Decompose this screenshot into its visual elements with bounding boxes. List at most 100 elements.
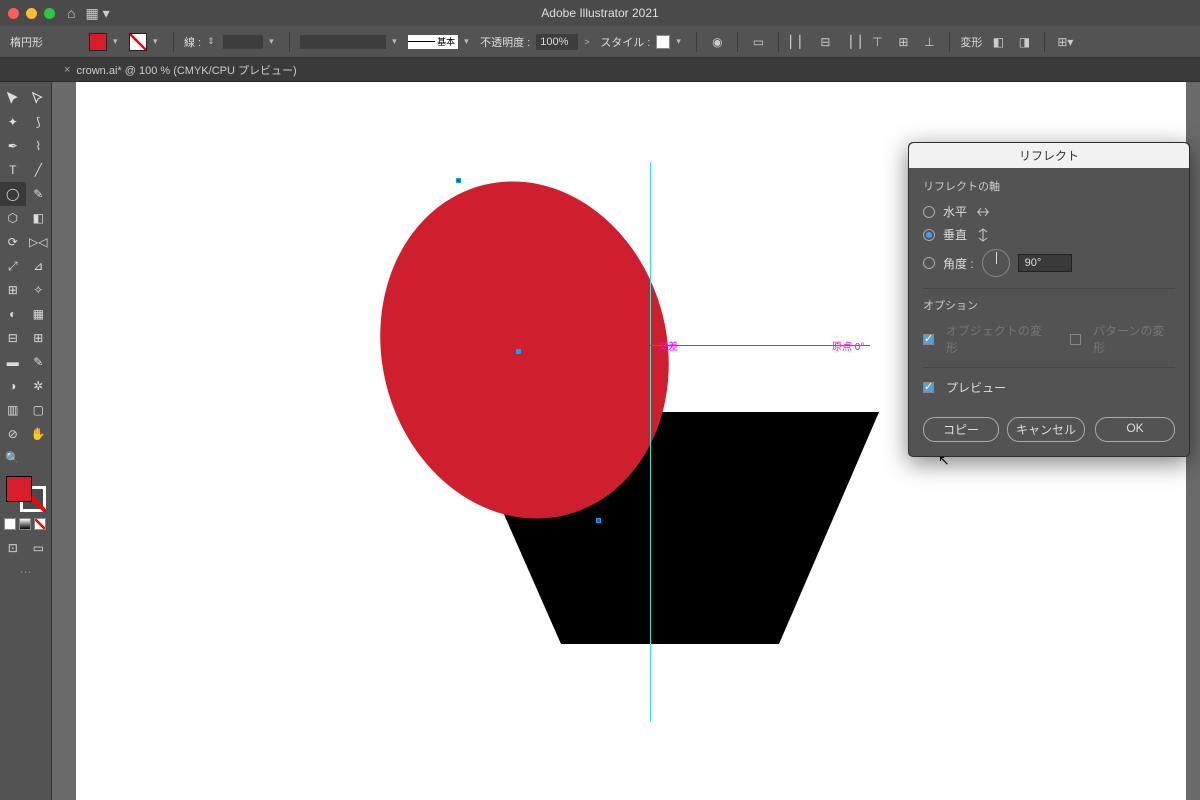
line-tool-icon[interactable]: ╱: [26, 158, 52, 182]
more-options-icon[interactable]: ⊞▾: [1055, 32, 1075, 52]
gradient-mode-icon[interactable]: [19, 518, 31, 530]
ellipse-tool-icon[interactable]: ◯: [0, 182, 26, 206]
none-mode-icon[interactable]: [34, 518, 46, 530]
isolate-icon[interactable]: ◨: [1014, 32, 1034, 52]
lasso-tool-icon[interactable]: ⟆: [26, 110, 52, 134]
shape-builder-tool-icon[interactable]: ◐: [0, 302, 26, 326]
horizontal-radio[interactable]: [923, 206, 935, 218]
transform-patterns-checkbox: [1070, 334, 1081, 345]
eraser-tool-icon[interactable]: ◧: [26, 206, 52, 230]
origin-label: 原点 0°: [832, 338, 864, 353]
close-window-icon[interactable]: [8, 8, 19, 19]
align-hcenter-icon[interactable]: ⊟: [815, 32, 835, 52]
horizontal-label: 水平: [943, 203, 967, 220]
recolor-icon[interactable]: ◉: [707, 32, 727, 52]
rotate-tool-icon[interactable]: ⟳: [0, 230, 26, 254]
stroke-weight-field[interactable]: [223, 35, 263, 49]
tools-panel: ✦⟆ ✒⌇ T╱ ◯✎ ⬡◧ ⟳▷◁ ⤢⊿ ⊞✧ ◐▦ ⊟⊞ ▬✎ ◑✲ ▥▢ …: [0, 82, 52, 800]
anchor-point[interactable]: [596, 518, 601, 523]
graphic-style-swatch[interactable]: [656, 35, 670, 49]
angle-dial[interactable]: [982, 249, 1010, 277]
screen-mode-icon[interactable]: ⊡: [0, 536, 26, 560]
vertical-axis-icon: [975, 228, 991, 242]
copy-button[interactable]: コピー: [923, 417, 999, 442]
blend-tool-icon[interactable]: ◑: [0, 374, 26, 398]
zoom-tool-icon[interactable]: 🔍: [0, 446, 26, 470]
eyedropper-tool-icon[interactable]: ✎: [26, 350, 52, 374]
cancel-button[interactable]: キャンセル: [1007, 417, 1085, 442]
magic-wand-tool-icon[interactable]: ✦: [0, 110, 26, 134]
document-tab-label[interactable]: crown.ai* @ 100 % (CMYK/CPU プレビュー): [76, 62, 296, 78]
selection-tool-icon[interactable]: [0, 86, 26, 110]
axis-section-label: リフレクトの軸: [923, 178, 1175, 194]
edit-toolbar-icon[interactable]: ⋯: [0, 560, 51, 584]
anchor-point[interactable]: [456, 178, 461, 183]
transform-patterns-label: パターンの変形: [1093, 322, 1175, 356]
vertical-guide: [650, 162, 651, 722]
center-point[interactable]: [516, 349, 521, 354]
fill-color-swatch[interactable]: [89, 33, 107, 51]
angle-field[interactable]: [1018, 254, 1072, 272]
stroke-dropdown-icon[interactable]: ▾: [153, 37, 163, 47]
intersect-label: 交差: [658, 338, 678, 353]
align-bottom-icon[interactable]: ⊥: [919, 32, 939, 52]
puppet-warp-tool-icon[interactable]: ✧: [26, 278, 52, 302]
transform-link[interactable]: 変形: [960, 34, 982, 50]
stroke-weight-stepper[interactable]: ⇕: [207, 37, 217, 47]
width-tool-icon[interactable]: ⊿: [26, 254, 52, 278]
slice-tool-icon[interactable]: ⊘: [0, 422, 26, 446]
curvature-tool-icon[interactable]: ⌇: [26, 134, 52, 158]
shape-props-icon[interactable]: ◧: [988, 32, 1008, 52]
gradient-tool-icon[interactable]: ▬: [0, 350, 26, 374]
perspective-grid-tool-icon[interactable]: ⊟: [0, 326, 26, 350]
stroke-color-swatch[interactable]: [129, 33, 147, 51]
reflect-tool-icon[interactable]: ▷◁: [26, 230, 52, 254]
vertical-radio[interactable]: [923, 229, 935, 241]
brush-definition[interactable]: 基本: [408, 35, 458, 49]
type-tool-icon[interactable]: T: [0, 158, 26, 182]
transform-objects-label: オブジェクトの変形: [946, 322, 1052, 356]
fill-dropdown-icon[interactable]: ▾: [113, 37, 123, 47]
close-tab-icon[interactable]: ×: [64, 64, 70, 76]
live-paint-tool-icon[interactable]: ▦: [26, 302, 52, 326]
horizontal-axis-icon: [975, 205, 991, 219]
options-section-label: オプション: [923, 297, 1175, 313]
scale-tool-icon[interactable]: ⤢: [0, 254, 26, 278]
home-icon[interactable]: ⌂: [67, 5, 75, 21]
mesh-tool-icon[interactable]: ⊞: [26, 326, 52, 350]
symbol-sprayer-tool-icon[interactable]: ✲: [26, 374, 52, 398]
paintbrush-tool-icon[interactable]: ✎: [26, 182, 52, 206]
minimize-window-icon[interactable]: [26, 8, 37, 19]
opacity-dropdown-icon[interactable]: >: [584, 37, 594, 47]
angle-radio[interactable]: [923, 257, 935, 269]
change-screen-icon[interactable]: ▭: [26, 536, 52, 560]
traffic-lights: [8, 8, 55, 19]
align-left-icon[interactable]: ▏▏: [789, 32, 809, 52]
var-width-profile[interactable]: [300, 35, 386, 49]
column-graph-tool-icon[interactable]: ▥: [0, 398, 26, 422]
align-top-icon[interactable]: ⊤: [867, 32, 887, 52]
pen-tool-icon[interactable]: ✒: [0, 134, 26, 158]
fill-stroke-indicator[interactable]: [6, 476, 46, 512]
vertical-label: 垂直: [943, 226, 967, 243]
hand-tool-icon[interactable]: ✋: [26, 422, 52, 446]
fill-box-icon[interactable]: [6, 476, 32, 502]
align-vcenter-icon[interactable]: ⊞: [893, 32, 913, 52]
dialog-title: リフレクト: [909, 143, 1189, 168]
document-tabbar: × crown.ai* @ 100 % (CMYK/CPU プレビュー): [0, 58, 1200, 82]
color-mode-icon[interactable]: [4, 518, 16, 530]
opacity-field[interactable]: [536, 34, 578, 50]
preview-checkbox[interactable]: [923, 382, 934, 393]
reflect-dialog: リフレクト リフレクトの軸 水平 垂直 角度 : オプション オブジェクトの変形…: [908, 142, 1190, 457]
direct-selection-tool-icon[interactable]: [26, 86, 52, 110]
arrange-docs-icon[interactable]: ▦ ▾: [85, 5, 109, 22]
align-right-icon[interactable]: ▕▕: [841, 32, 861, 52]
artboard-tool-icon[interactable]: ▢: [26, 398, 52, 422]
zoom-window-icon[interactable]: [44, 8, 55, 19]
shaper-tool-icon[interactable]: ⬡: [0, 206, 26, 230]
shape-type-label: 楕円形: [10, 34, 43, 50]
ok-button[interactable]: OK: [1095, 417, 1175, 442]
free-transform-tool-icon[interactable]: ⊞: [0, 278, 26, 302]
style-label: スタイル :: [600, 34, 650, 50]
align-panel-icon[interactable]: ▭: [748, 32, 768, 52]
